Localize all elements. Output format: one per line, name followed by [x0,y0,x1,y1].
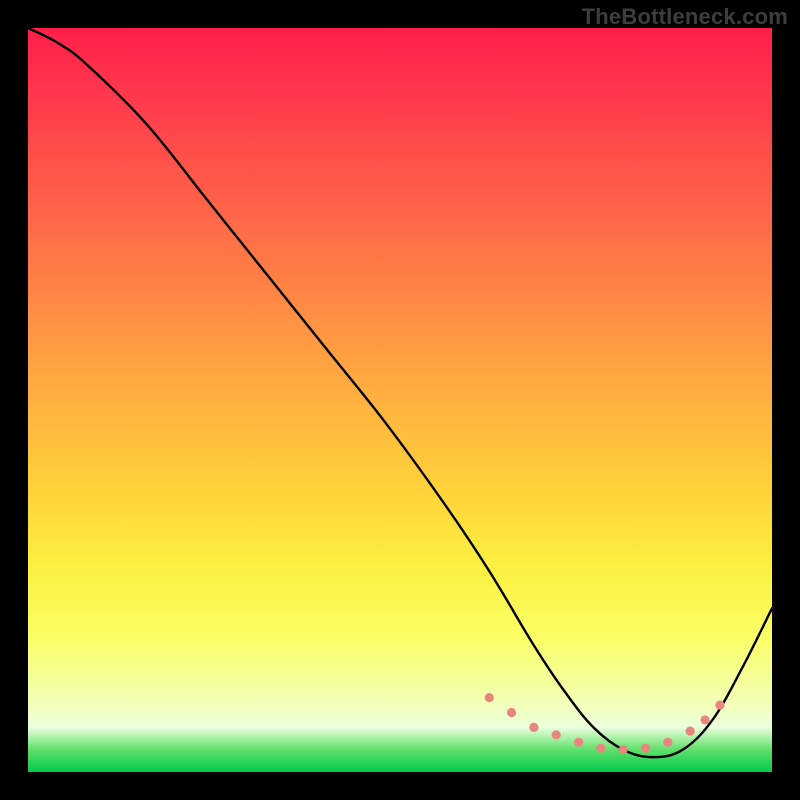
trough-marker-dot [686,726,695,735]
trough-marker-dot [619,745,628,754]
trough-marker-dot [641,744,650,753]
trough-marker-dot [529,723,538,732]
trough-marker-dot [485,693,494,702]
chart-frame: TheBottleneck.com [0,0,800,800]
trough-marker-dot [552,730,561,739]
trough-marker-dot [715,700,724,709]
bottleneck-curve [28,28,772,757]
watermark-text: TheBottleneck.com [582,4,788,30]
plot-area [28,28,772,772]
trough-marker-dot [574,738,583,747]
curve-layer [28,28,772,772]
trough-marker-dot [663,738,672,747]
trough-marker-dot [507,708,516,717]
trough-marker-dot [700,715,709,724]
trough-marker-dot [596,744,605,753]
